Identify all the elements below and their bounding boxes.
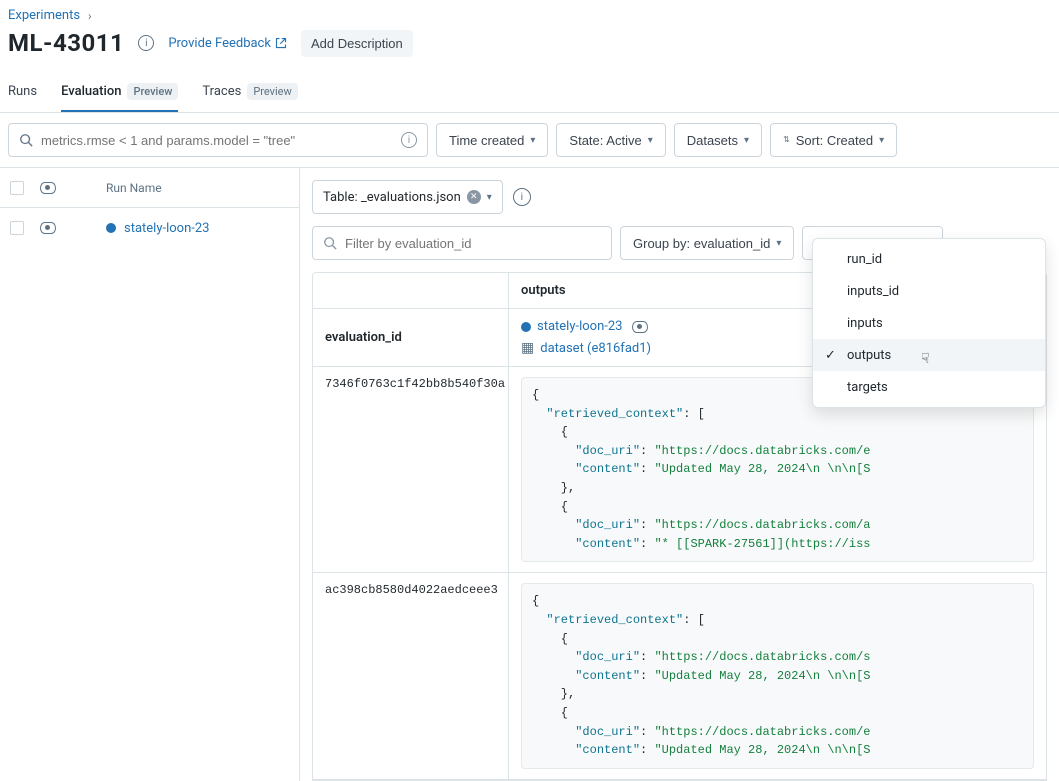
chevron-right-icon: › bbox=[88, 9, 92, 23]
runs-panel: Run Name stately-loon-23 bbox=[0, 168, 300, 781]
dataset-icon: ▦ bbox=[521, 340, 534, 356]
dataset-link[interactable]: dataset (e816fad1) bbox=[540, 341, 651, 356]
dropdown-item-inputs[interactable]: inputs bbox=[813, 307, 1045, 339]
search-input-wrap[interactable]: i bbox=[8, 123, 428, 157]
visibility-icon[interactable] bbox=[632, 321, 648, 333]
preview-badge: Preview bbox=[247, 83, 297, 100]
run-checkbox[interactable] bbox=[10, 221, 24, 235]
info-icon[interactable]: i bbox=[513, 188, 531, 206]
eval-id-cell: 7346f0763c1f42bb8b540f30a bbox=[313, 367, 509, 572]
table-selector[interactable]: Table: _evaluations.json ✕ ▾ bbox=[312, 180, 503, 214]
eval-id-cell: ac398cb8580d4022aedceee3 bbox=[313, 573, 509, 778]
tabs: Runs Evaluation Preview Traces Preview bbox=[0, 75, 1059, 113]
info-icon[interactable]: i bbox=[401, 132, 417, 148]
filter-eval-input[interactable] bbox=[345, 236, 601, 251]
external-link-icon bbox=[275, 37, 287, 49]
sort-button[interactable]: ⇅ Sort: Created▾ bbox=[770, 123, 897, 157]
dropdown-item-inputs-id[interactable]: inputs_id bbox=[813, 275, 1045, 307]
col-header-blank bbox=[313, 273, 509, 308]
visibility-icon[interactable] bbox=[40, 222, 56, 234]
search-icon bbox=[19, 133, 33, 147]
select-all-checkbox[interactable] bbox=[10, 181, 24, 195]
provide-feedback-link[interactable]: Provide Feedback bbox=[168, 36, 287, 51]
compare-dropdown: run_id inputs_id inputs outputs targets bbox=[812, 238, 1046, 408]
dropdown-item-targets[interactable]: targets bbox=[813, 371, 1045, 403]
run-status-dot bbox=[106, 223, 116, 233]
json-output: { "retrieved_context": [ { "doc_uri": "h… bbox=[521, 583, 1034, 768]
datasets-filter[interactable]: Datasets▾ bbox=[674, 123, 762, 157]
breadcrumb-experiments[interactable]: Experiments bbox=[8, 8, 80, 23]
table-row: ac398cb8580d4022aedceee3 { "retrieved_co… bbox=[313, 573, 1046, 779]
preview-badge: Preview bbox=[127, 83, 178, 100]
info-icon[interactable]: i bbox=[138, 35, 154, 51]
add-description-button[interactable]: Add Description bbox=[301, 30, 413, 57]
tab-traces[interactable]: Traces Preview bbox=[202, 75, 297, 112]
sort-icon: ⇅ bbox=[783, 138, 790, 142]
visibility-icon[interactable] bbox=[40, 182, 56, 194]
filter-eval-wrap[interactable] bbox=[312, 226, 612, 260]
col-header-eval-id: evaluation_id bbox=[313, 309, 509, 366]
cursor-icon: ☟ bbox=[921, 351, 930, 367]
run-status-dot bbox=[521, 322, 531, 332]
run-link[interactable]: stately-loon-23 bbox=[537, 319, 622, 334]
clear-icon[interactable]: ✕ bbox=[467, 190, 481, 204]
run-row[interactable]: stately-loon-23 bbox=[0, 208, 299, 248]
run-link[interactable]: stately-loon-23 bbox=[124, 221, 209, 236]
dropdown-item-run-id[interactable]: run_id bbox=[813, 243, 1045, 275]
time-created-filter[interactable]: Time created▾ bbox=[436, 123, 548, 157]
tab-evaluation[interactable]: Evaluation Preview bbox=[61, 75, 178, 112]
run-name-header: Run Name bbox=[106, 181, 162, 195]
breadcrumb: Experiments › bbox=[8, 8, 1051, 23]
search-input[interactable] bbox=[41, 133, 393, 148]
state-filter[interactable]: State: Active▾ bbox=[556, 123, 665, 157]
page-title: ML-43011 bbox=[8, 29, 124, 57]
group-by-button[interactable]: Group by: evaluation_id▾ bbox=[620, 226, 794, 260]
tab-runs[interactable]: Runs bbox=[8, 75, 37, 112]
search-icon bbox=[323, 236, 337, 250]
